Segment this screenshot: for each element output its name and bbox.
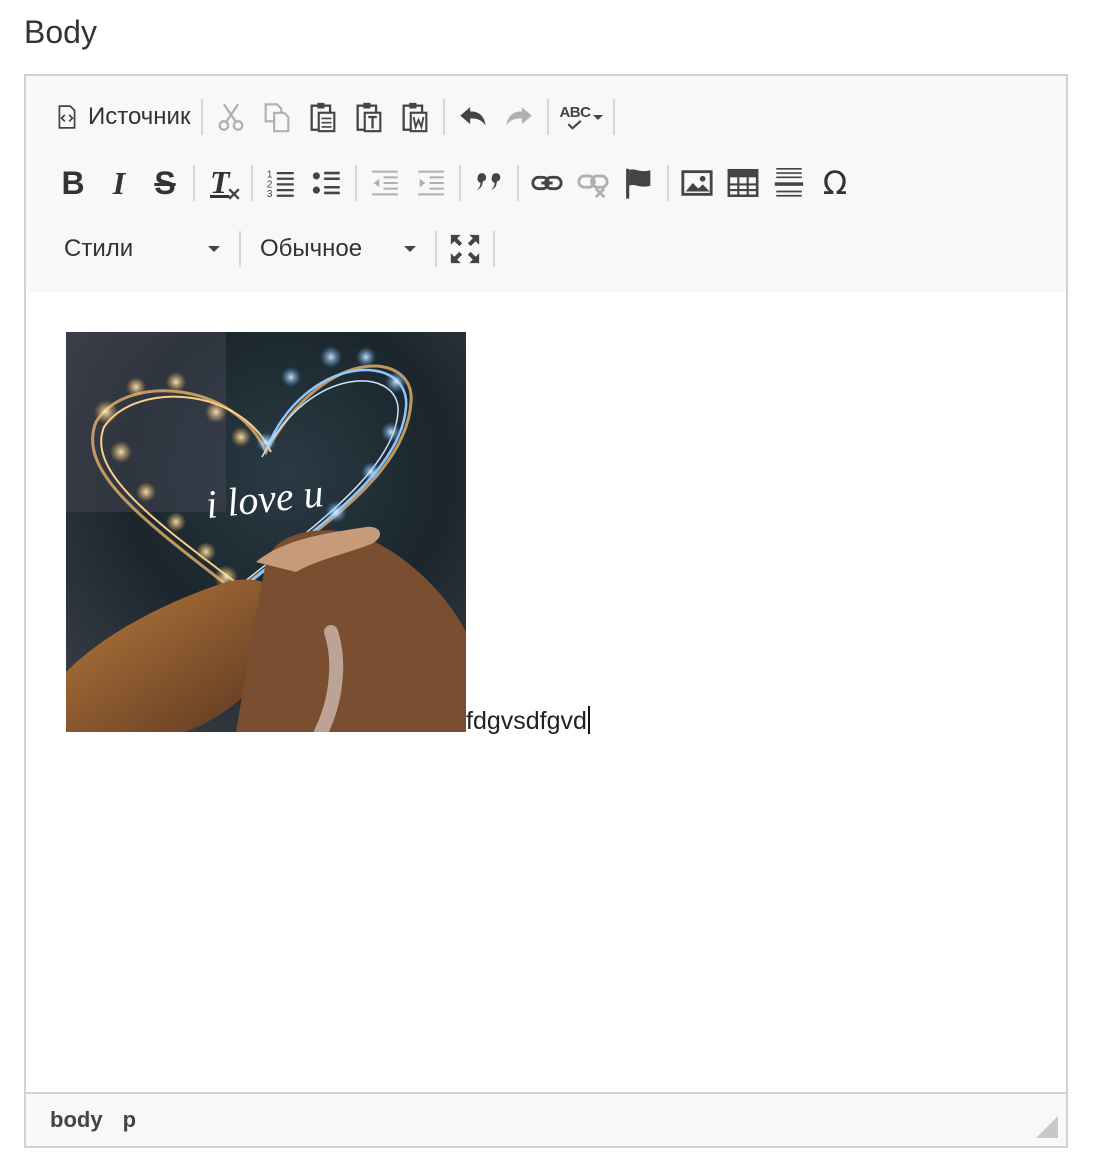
styles-combo[interactable]: Стили [50,226,234,272]
copy-button[interactable] [254,94,300,140]
source-button[interactable]: Источник [50,94,196,140]
blockquote-icon [472,166,506,200]
format-combo-label: Обычное [260,235,363,262]
undo-icon [456,100,490,134]
field-label: Body [24,14,97,50]
inserted-image[interactable]: i love u [66,332,466,732]
maximize-icon [448,232,482,266]
toolbar-separator [239,231,241,267]
styles-combo-label: Стили [64,235,134,262]
cut-icon [214,100,248,134]
bulleted-list-button[interactable] [304,160,350,206]
italic-icon: I [112,165,126,201]
table-icon [726,166,760,200]
horizontal-rule-button[interactable] [766,160,812,206]
blockquote-button[interactable] [466,160,512,206]
bold-button[interactable]: B [50,160,96,206]
copy-icon [260,100,294,134]
toolbar-separator [251,165,253,201]
table-button[interactable] [720,160,766,206]
paste-word-icon [398,100,432,134]
undo-button[interactable] [450,94,496,140]
chevron-down-icon [208,246,220,252]
spellcheck-icon: ABC [559,103,604,130]
toolbar-separator [443,99,446,135]
chevron-down-icon [404,246,416,252]
horizontal-rule-icon [772,166,806,200]
toolbar-separator [459,165,461,201]
numbered-list-icon: 123 [264,166,298,200]
path-body[interactable]: body [50,1107,103,1133]
bulleted-list-icon [310,166,344,200]
paste-text-icon [352,100,386,134]
special-char-icon: Ω [822,164,848,202]
toolbar-row-3: Стили Обычное [50,224,500,274]
source-label: Источник [88,103,191,130]
toolbar-separator [493,231,495,267]
link-button[interactable] [524,160,570,206]
numbered-list-button[interactable]: 123 [258,160,304,206]
image-button[interactable] [674,160,720,206]
unlink-button[interactable] [570,160,616,206]
cut-button[interactable] [208,94,254,140]
toolbar-separator [201,99,204,135]
editor-statusbar: body p [26,1092,1066,1146]
unlink-icon [576,166,610,200]
paste-icon [306,100,340,134]
spellcheck-button[interactable]: ABC [554,94,608,140]
indent-icon [414,166,448,200]
indent-button[interactable] [408,160,454,206]
maximize-button[interactable] [442,226,488,272]
resize-grip-icon[interactable] [1036,1116,1058,1138]
remove-format-button[interactable]: T [200,160,246,206]
path-p[interactable]: p [123,1107,136,1133]
strike-button[interactable]: S [142,160,188,206]
remove-format-icon: T [206,166,240,200]
outdent-icon [368,166,402,200]
spellcheck-label: ABC [559,103,591,121]
toolbar-separator [667,165,669,201]
toolbar-row-1: Источник ABC [50,92,620,142]
strike-icon: S [154,165,176,201]
paste-text-button[interactable] [346,94,392,140]
paste-word-button[interactable] [392,94,438,140]
svg-text:3: 3 [267,189,273,200]
toolbar-row-2: B I S T 123 Ω [50,158,858,208]
redo-button[interactable] [496,94,542,140]
source-icon [54,104,80,130]
outdent-button[interactable] [362,160,408,206]
editor-toolbar: Источник ABC B I S T 1 2 3 Ω Стили Обычн… [26,76,1066,294]
rich-text-editor: Источник ABC B I S T 1 2 3 Ω Стили Обычн… [24,74,1068,1148]
body-text[interactable]: fdgvsdfgvd [466,706,590,734]
redo-icon [502,100,536,134]
anchor-button[interactable] [616,160,662,206]
format-combo[interactable]: Обычное [246,226,430,272]
editor-content[interactable]: i love u fdgvsdfgvd [26,292,1066,1092]
italic-button[interactable]: I [96,160,142,206]
anchor-icon [622,166,656,200]
paste-button[interactable] [300,94,346,140]
image-icon [680,166,714,200]
paragraph[interactable]: i love u fdgvsdfgvd [66,332,590,734]
bold-icon: B [61,165,85,201]
toolbar-separator [613,99,616,135]
toolbar-separator [435,231,437,267]
link-icon [530,166,564,200]
toolbar-separator [355,165,357,201]
special-char-button[interactable]: Ω [812,160,858,206]
text-cursor [587,706,590,734]
toolbar-separator [193,165,195,201]
toolbar-separator [547,99,550,135]
toolbar-separator [517,165,519,201]
